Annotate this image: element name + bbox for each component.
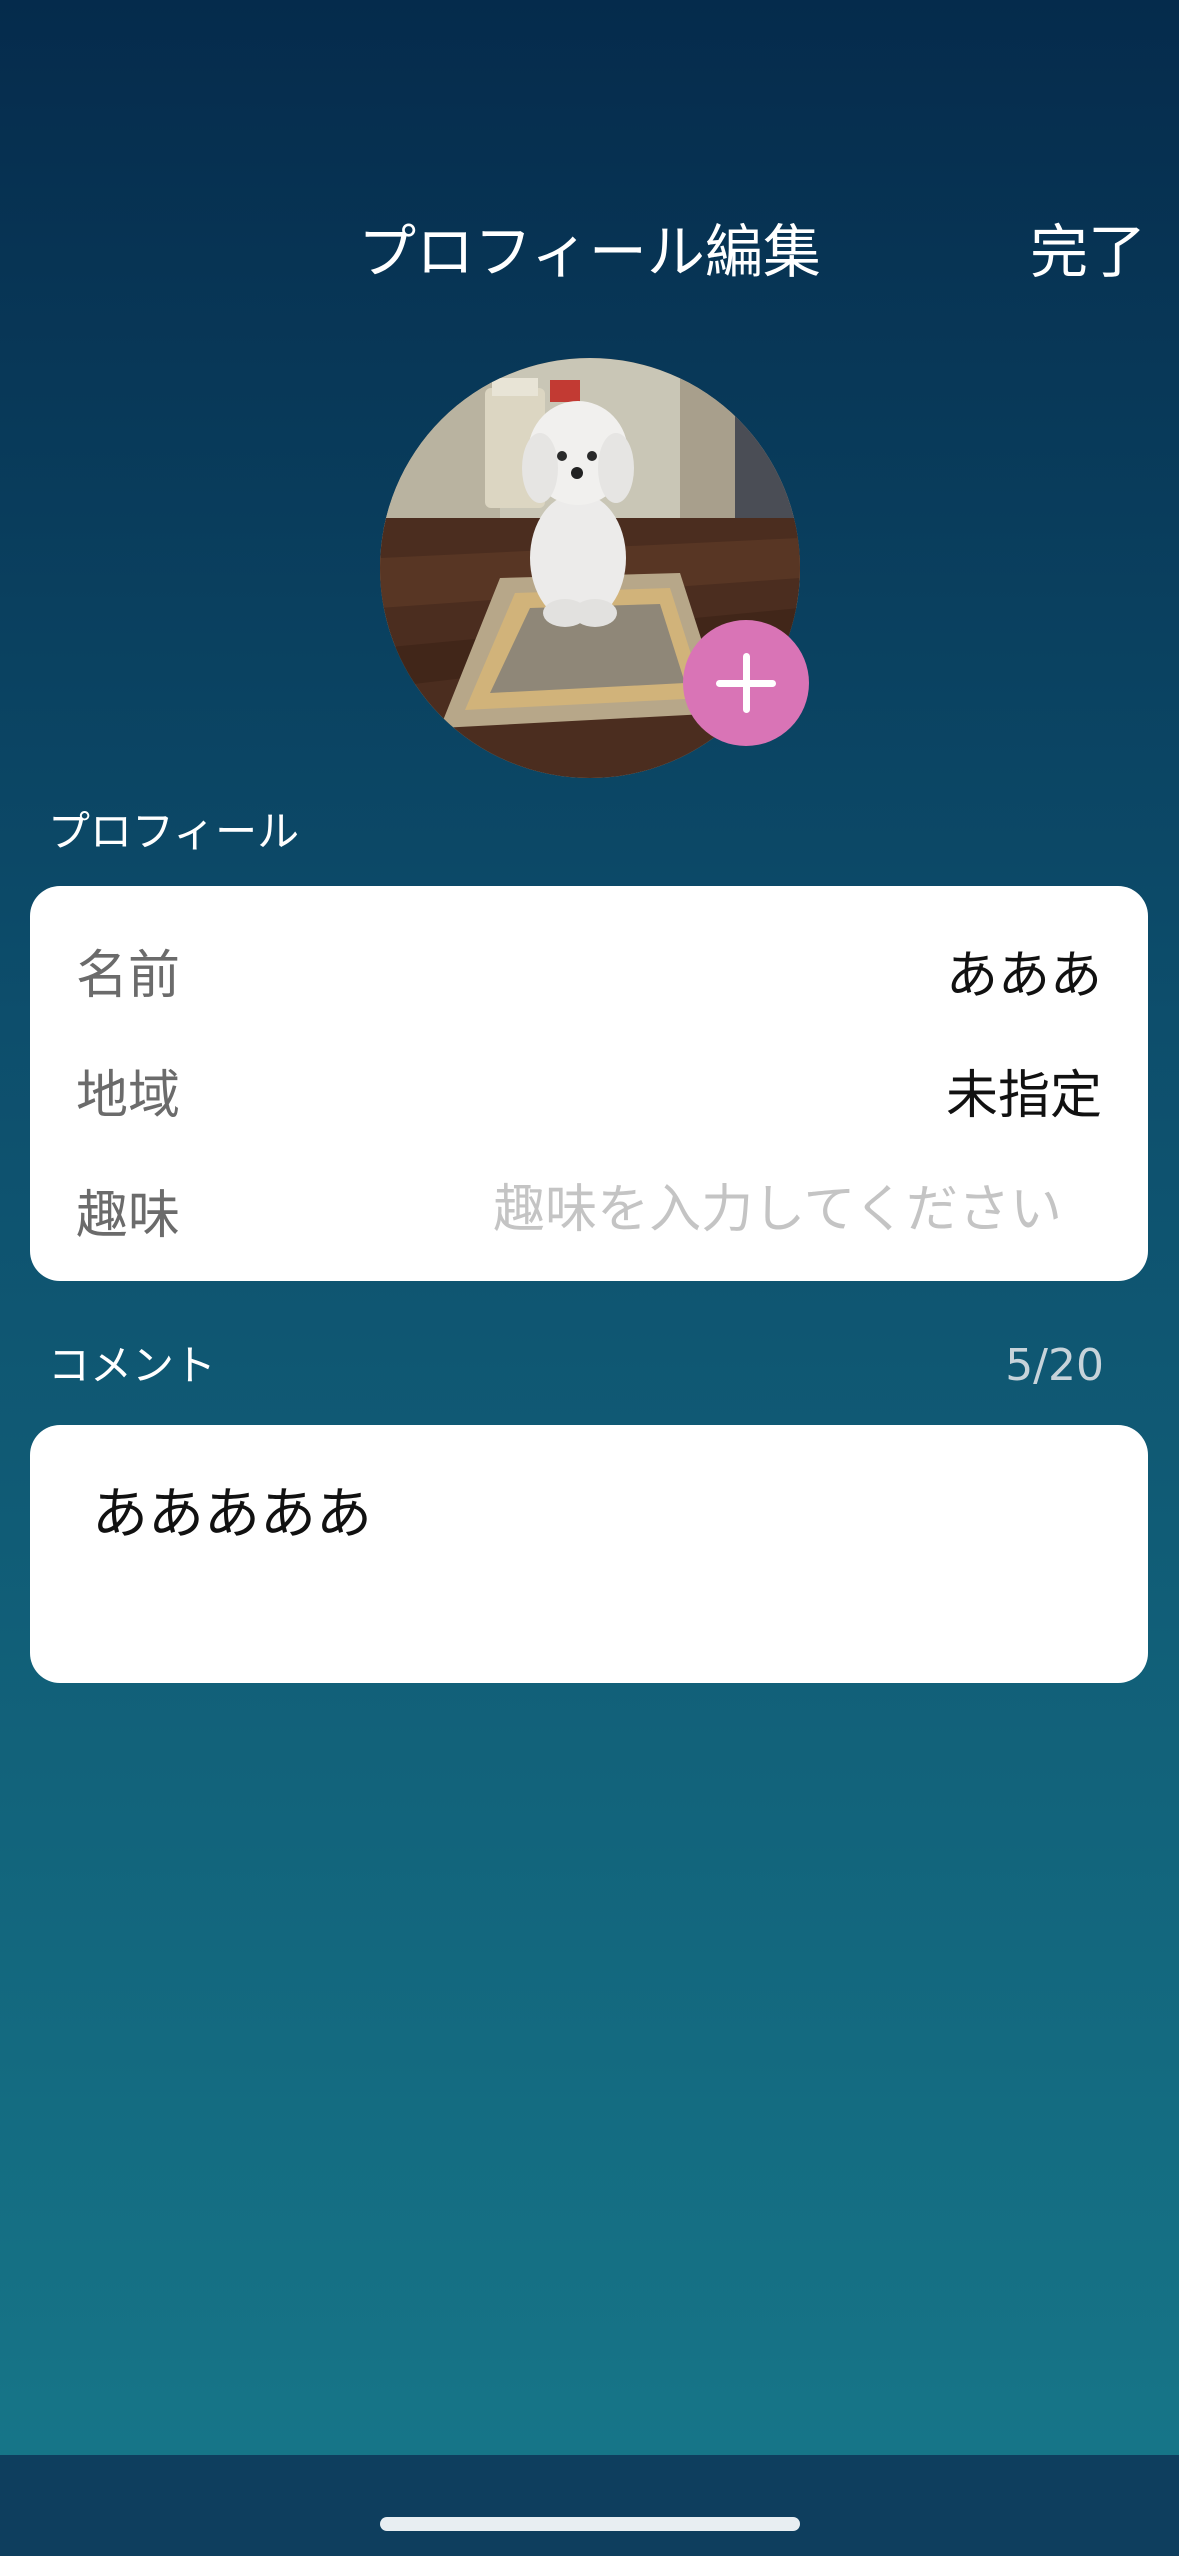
- comment-section-label: コメント: [48, 1341, 217, 1390]
- region-label: 地域: [76, 1065, 181, 1126]
- plus-icon: [716, 653, 776, 713]
- hobby-row[interactable]: 趣味: [30, 1150, 1148, 1270]
- comment-text[interactable]: あああああ: [92, 1480, 372, 1550]
- add-photo-button[interactable]: [683, 620, 809, 746]
- name-label: 名前: [76, 945, 181, 1006]
- profile-edit-screen: プロフィール編集 完了 プロフィール 名前 あああ 地域 未指定 趣味 趣味を入…: [0, 0, 1179, 2556]
- home-indicator[interactable]: [380, 2517, 800, 2531]
- avatar-container: [380, 358, 809, 778]
- done-button[interactable]: 完了: [1030, 215, 1146, 289]
- region-value[interactable]: 未指定: [946, 1053, 1102, 1128]
- bottom-bar: [0, 2455, 1179, 2556]
- page-title: プロフィール編集: [358, 218, 821, 286]
- name-row[interactable]: 名前 あああ: [30, 910, 1148, 1030]
- comment-card[interactable]: あああああ: [30, 1425, 1148, 1683]
- hobby-input[interactable]: [422, 1180, 1062, 1240]
- hobby-label: 趣味: [76, 1185, 181, 1246]
- profile-section-label: プロフィール: [48, 807, 300, 856]
- profile-card: 名前 あああ 地域 未指定 趣味: [30, 886, 1148, 1281]
- region-row[interactable]: 地域 未指定: [30, 1030, 1148, 1150]
- comment-counter: 5/20: [1005, 1340, 1104, 1391]
- name-value[interactable]: あああ: [946, 933, 1102, 1008]
